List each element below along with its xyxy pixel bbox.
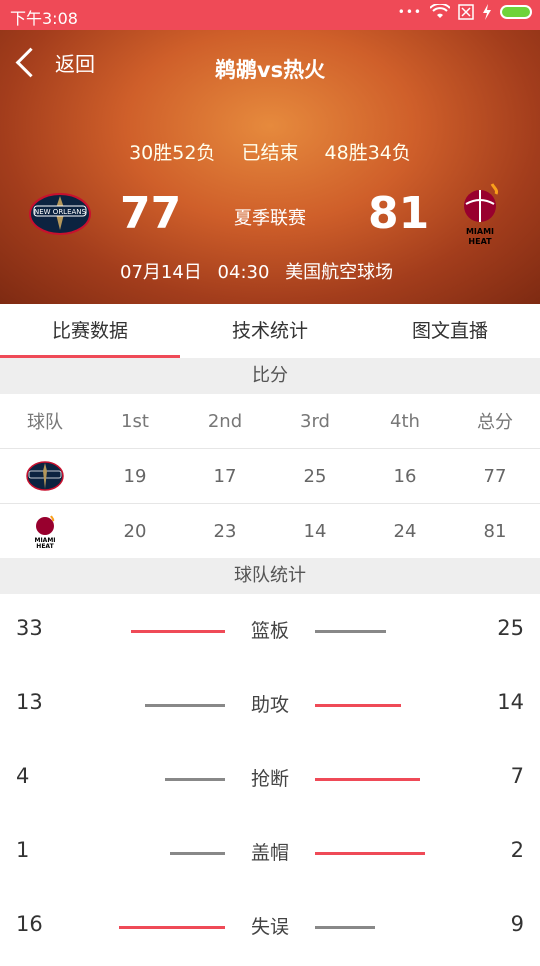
team-stats-list: 33 篮板 25 13 助攻 14 4 抢断 7 1 盖帽 2 16 失误 9 — [0, 596, 540, 966]
quarter-score: 23 — [213, 520, 237, 542]
status-bar: 下午3:08 ••• — [0, 0, 540, 30]
column-header: 1st — [121, 410, 149, 432]
stat-row-turnovers: 16 失误 9 — [0, 892, 540, 966]
table-header-row: 球队 1st 2nd 3rd 4th 总分 — [0, 394, 540, 449]
game-date: 07月14日 — [120, 262, 202, 283]
away-stat-value: 7 — [510, 764, 524, 788]
away-stat-value: 2 — [510, 838, 524, 862]
away-score: 81 — [368, 188, 430, 239]
game-time: 04:30 — [217, 262, 270, 283]
stat-row-assists: 13 助攻 14 — [0, 670, 540, 744]
team-cell — [0, 459, 90, 493]
stat-row-steals: 4 抢断 7 — [0, 744, 540, 818]
column-header: 球队 — [27, 412, 63, 433]
away-stat-bar — [315, 704, 401, 707]
stat-name: 盖帽 — [250, 842, 289, 864]
stat-row-blocks: 1 盖帽 2 — [0, 818, 540, 892]
battery-icon — [500, 5, 532, 19]
tab-live-text[interactable]: 图文直播 — [360, 304, 540, 358]
svg-text:MIAMI: MIAMI — [466, 227, 494, 236]
page-title: 鹈鹕vs热火 — [214, 58, 326, 82]
quarter-score: 16 — [393, 465, 417, 487]
records-line: 30胜52负 已结束 48胜34负 — [0, 138, 540, 165]
stat-row-rebounds: 33 篮板 25 — [0, 596, 540, 670]
away-stat-value: 25 — [497, 616, 524, 640]
more-dots-icon: ••• — [397, 5, 422, 19]
wifi-icon — [430, 4, 450, 18]
quarter-score: 25 — [303, 465, 327, 487]
tab-game-data[interactable]: 比赛数据 — [0, 304, 180, 358]
game-venue: 美国航空球场 — [285, 262, 394, 283]
heat-logo-icon: MIAMI HEAT — [464, 183, 498, 246]
table-row: MIAMI HEAT 20 23 14 24 81 — [0, 504, 540, 559]
away-stat-bar — [315, 926, 375, 929]
charging-icon — [483, 4, 491, 20]
away-stat-bar — [315, 630, 386, 633]
heat-logo-icon: MIAMI HEAT — [34, 515, 56, 548]
stat-name: 失误 — [250, 916, 289, 938]
svg-text:HEAT: HEAT — [36, 543, 54, 548]
away-record: 48胜34负 — [324, 142, 411, 164]
table-row: 19 17 25 16 77 — [0, 449, 540, 504]
svg-text:HEAT: HEAT — [468, 237, 492, 246]
total-score: 81 — [483, 520, 507, 542]
column-header: 3rd — [300, 410, 330, 432]
quarter-score: 19 — [123, 465, 147, 487]
home-record: 30胜52负 — [129, 142, 216, 164]
quarter-score: 14 — [303, 520, 327, 542]
quarter-score: 24 — [393, 520, 417, 542]
stat-name: 抢断 — [250, 768, 289, 790]
tab-bar: 比赛数据 技术统计 图文直播 — [0, 304, 540, 358]
away-stat-value: 14 — [497, 690, 524, 714]
quarter-score: 20 — [123, 520, 147, 542]
game-meta: 07月14日 04:30 美国航空球场 — [120, 258, 403, 284]
no-sim-icon — [458, 4, 474, 20]
team-cell: MIAMI HEAT — [0, 514, 90, 548]
column-header: 2nd — [207, 410, 243, 432]
game-status: 已结束 — [241, 142, 299, 164]
status-icons: ••• — [398, 4, 532, 20]
total-score: 77 — [483, 465, 507, 487]
away-stat-value: 9 — [510, 912, 524, 936]
stat-name: 篮板 — [250, 620, 289, 642]
away-stat-bar — [315, 778, 420, 781]
tab-tech-stats[interactable]: 技术统计 — [180, 304, 360, 358]
status-time: 下午3:08 — [10, 9, 78, 28]
score-section-title: 比分 — [0, 358, 540, 394]
score-table: 球队 1st 2nd 3rd 4th 总分 19 17 25 16 77 MIA… — [0, 394, 540, 559]
game-header: 返回 鹈鹕vs热火 30胜52负 已结束 48胜34负 NEW ORLEANS … — [0, 30, 540, 304]
team-stats-title: 球队统计 — [0, 558, 540, 594]
stat-name: 助攻 — [250, 694, 289, 716]
pelicans-logo-icon — [26, 461, 64, 491]
quarter-score: 17 — [213, 465, 237, 487]
column-header: 4th — [390, 410, 420, 432]
column-header: 总分 — [477, 412, 513, 433]
away-stat-bar — [315, 852, 425, 855]
